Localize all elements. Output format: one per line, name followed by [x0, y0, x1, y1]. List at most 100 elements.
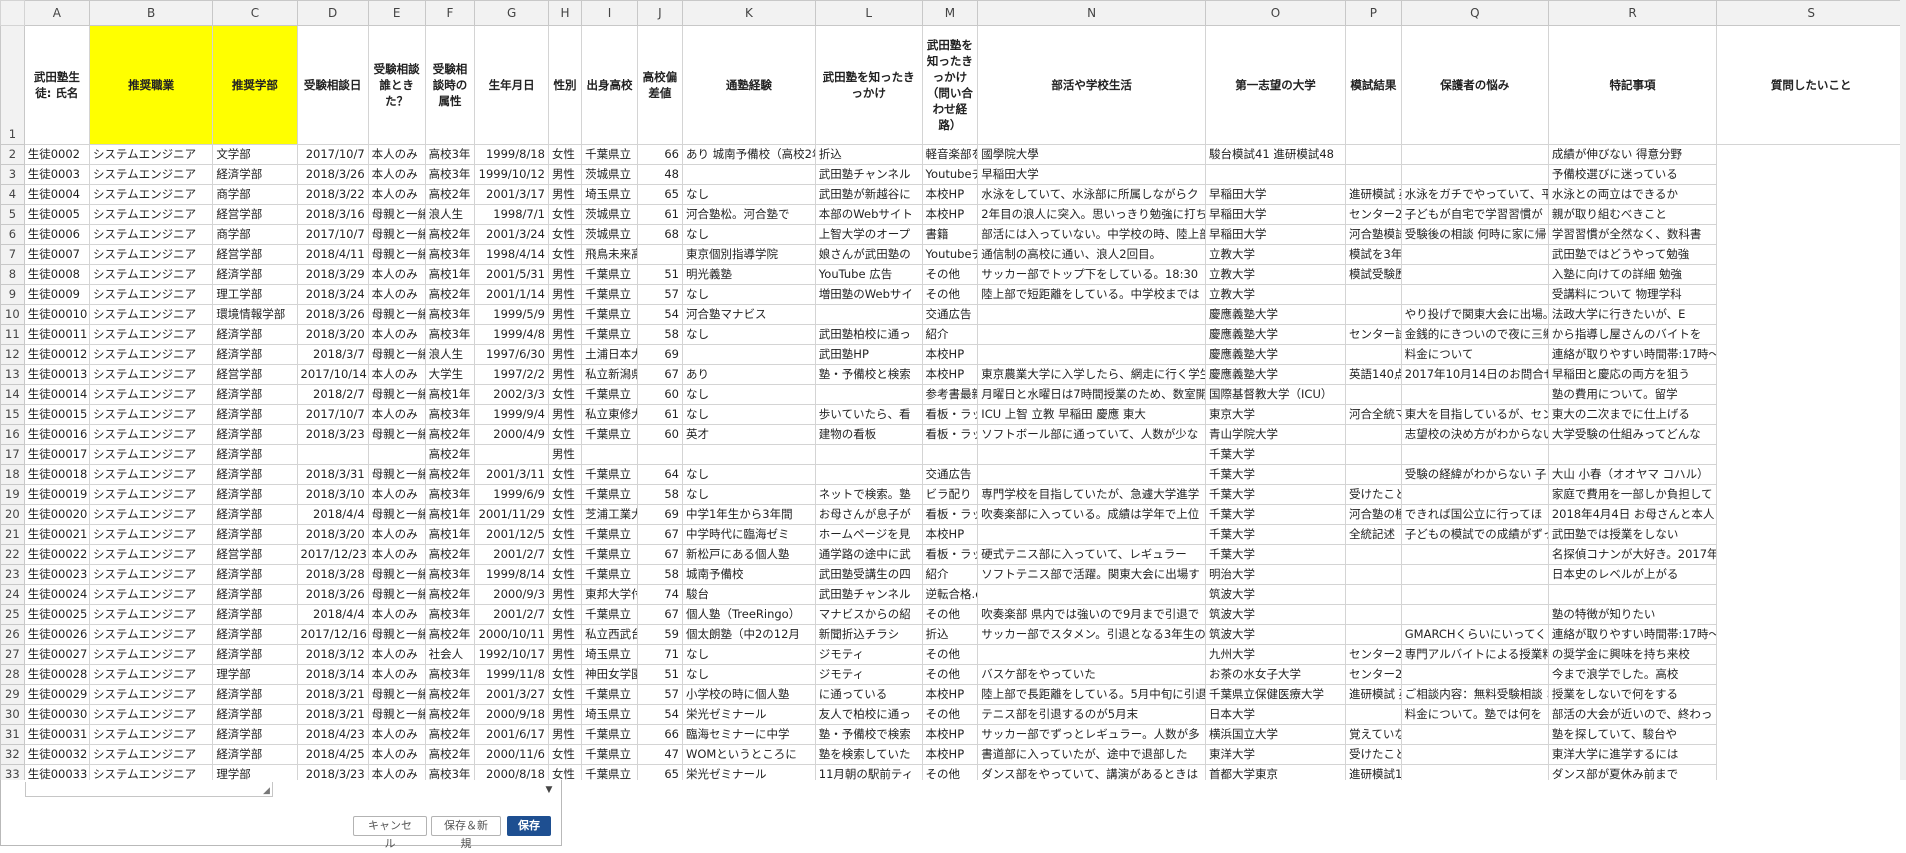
table-cell[interactable]: 64: [636, 464, 683, 485]
table-cell[interactable]: 高校2年: [424, 704, 476, 725]
table-cell[interactable]: [296, 444, 369, 465]
table-cell[interactable]: 本人のみ: [367, 364, 426, 385]
table-cell[interactable]: 男性: [547, 324, 583, 345]
header-cell[interactable]: 部活や学校生活: [977, 25, 1207, 145]
cancel-button[interactable]: キャンセル: [353, 816, 427, 850]
table-cell[interactable]: 生徒0002: [23, 144, 90, 165]
table-cell[interactable]: 68: [636, 224, 683, 245]
table-cell[interactable]: 61: [636, 404, 683, 425]
table-cell[interactable]: その他: [921, 604, 979, 625]
row-number[interactable]: 4: [0, 184, 25, 205]
table-cell[interactable]: 慶應義塾大学: [1205, 324, 1346, 345]
table-cell[interactable]: 建物の看板: [814, 424, 923, 445]
table-cell[interactable]: [1400, 384, 1549, 405]
table-cell[interactable]: 生徒00029: [23, 684, 90, 705]
table-cell[interactable]: なし: [681, 464, 816, 485]
table-cell[interactable]: 高校2年: [424, 744, 476, 765]
table-cell[interactable]: 通学路の途中に武: [814, 544, 923, 565]
table-cell[interactable]: 千葉県立保健医療大学: [1205, 684, 1346, 705]
table-cell[interactable]: 女性: [547, 144, 583, 165]
table-cell[interactable]: 入塾に向けての詳細 勉強: [1547, 264, 1718, 285]
table-cell[interactable]: 高校1年: [424, 264, 476, 285]
table-cell[interactable]: 武田塾HP: [814, 344, 923, 365]
header-cell[interactable]: 武田塾を知ったきっかけ（問い合わせ経路）: [921, 25, 979, 145]
table-cell[interactable]: 1997/6/30: [474, 344, 549, 365]
table-cell[interactable]: 高校3年: [424, 244, 476, 265]
table-cell[interactable]: 芝浦工業大: [581, 504, 638, 525]
table-cell[interactable]: 模試受験歴なし: [1345, 264, 1402, 285]
table-cell[interactable]: 千葉県立: [581, 564, 638, 585]
table-cell[interactable]: 2000/8/18: [474, 764, 549, 780]
table-cell[interactable]: 生徒00025: [23, 604, 90, 625]
table-cell[interactable]: 授業をしないで何をする: [1547, 684, 1718, 705]
table-cell[interactable]: 2018/3/23: [296, 424, 369, 445]
table-cell[interactable]: 水泳をガチでやっていて、平日: [1400, 184, 1549, 205]
header-cell[interactable]: 推奨学部: [212, 25, 298, 145]
table-cell[interactable]: 本人のみ: [367, 764, 426, 780]
table-cell[interactable]: 経済学部: [212, 724, 298, 745]
table-cell[interactable]: 女性: [547, 224, 583, 245]
table-cell[interactable]: 2018/3/26: [296, 584, 369, 605]
table-cell[interactable]: 母親と一緒: [367, 224, 426, 245]
table-cell[interactable]: 生徒00030: [23, 704, 90, 725]
table-cell[interactable]: 2018/3/12: [296, 644, 369, 665]
table-cell[interactable]: 1998/7/1: [474, 204, 549, 225]
table-cell[interactable]: 高校3年: [424, 604, 476, 625]
table-cell[interactable]: 経済学部: [212, 584, 298, 605]
table-cell[interactable]: 本人のみ: [367, 484, 426, 505]
table-cell[interactable]: 千葉県立: [581, 524, 638, 545]
table-cell[interactable]: 模試を3年間受けていない: [1345, 244, 1402, 265]
table-cell[interactable]: 生徒00019: [23, 484, 90, 505]
table-cell[interactable]: 経済学部: [212, 264, 298, 285]
row-number[interactable]: 33: [0, 764, 25, 780]
table-cell[interactable]: 本人のみ: [367, 544, 426, 565]
column-header[interactable]: B: [88, 0, 214, 26]
table-cell[interactable]: 生徒00021: [23, 524, 90, 545]
table-cell[interactable]: [681, 444, 816, 465]
table-cell[interactable]: [636, 444, 683, 465]
table-cell[interactable]: ダンス部が夏休み前まで: [1547, 764, 1718, 780]
chevron-down-icon[interactable]: ▼: [542, 784, 556, 796]
table-cell[interactable]: 2001/11/29: [474, 504, 549, 525]
table-cell[interactable]: 茨城県立: [581, 224, 638, 245]
table-cell[interactable]: 女性: [547, 764, 583, 780]
table-cell[interactable]: [1345, 304, 1402, 325]
table-cell[interactable]: 早稲田大学: [1205, 204, 1346, 225]
table-cell[interactable]: 千葉県立: [581, 744, 638, 765]
table-cell[interactable]: 城南予備校: [681, 564, 816, 585]
save-and-new-button[interactable]: 保存＆新規: [431, 816, 501, 850]
table-cell[interactable]: 商学部: [212, 184, 298, 205]
row-number[interactable]: 7: [0, 244, 25, 265]
table-cell[interactable]: 名探偵コナンが大好き。2017年: [1547, 544, 1718, 565]
header-cell[interactable]: 受験相談日: [296, 25, 369, 145]
table-cell[interactable]: 母親と一緒: [367, 504, 426, 525]
table-cell[interactable]: システムエンジニア: [88, 764, 214, 780]
table-cell[interactable]: 全統記述: [1345, 524, 1402, 545]
table-cell[interactable]: [1400, 144, 1549, 165]
table-cell[interactable]: 本校HP: [921, 344, 979, 365]
row-number[interactable]: 24: [0, 584, 25, 605]
table-cell[interactable]: やり投げで関東大会に出場。大: [1400, 304, 1549, 325]
table-cell[interactable]: 生徒00013: [23, 364, 90, 385]
table-cell[interactable]: 浪人生: [424, 344, 476, 365]
table-cell[interactable]: 2001/2/7: [474, 604, 549, 625]
table-cell[interactable]: 河合全統マーク模試 英語 170 リスニン: [1345, 404, 1402, 425]
table-cell[interactable]: [1400, 724, 1549, 745]
table-cell[interactable]: 1992/10/17: [474, 644, 549, 665]
table-cell[interactable]: 生徒00018: [23, 464, 90, 485]
table-cell[interactable]: 志望校の決め方がわからない: [1400, 424, 1549, 445]
table-cell[interactable]: [814, 444, 923, 465]
table-cell[interactable]: Youtubeチャンネル: [921, 244, 979, 265]
table-cell[interactable]: 本人のみ: [367, 404, 426, 425]
table-cell[interactable]: 2018年4月4日 お母さんと本人: [1547, 504, 1718, 525]
table-cell[interactable]: 私立西武台: [581, 624, 638, 645]
table-cell[interactable]: システムエンジニア: [88, 504, 214, 525]
table-cell[interactable]: 私立東修大: [581, 404, 638, 425]
table-cell[interactable]: 経営学部: [212, 244, 298, 265]
column-header[interactable]: H: [547, 0, 583, 26]
table-cell[interactable]: 本人のみ: [367, 284, 426, 305]
table-cell[interactable]: 本人のみ: [367, 744, 426, 765]
table-cell[interactable]: 女性: [547, 504, 583, 525]
table-cell[interactable]: 新聞折込チラシ: [814, 624, 923, 645]
header-cell[interactable]: 質問したいこと: [1716, 25, 1906, 145]
